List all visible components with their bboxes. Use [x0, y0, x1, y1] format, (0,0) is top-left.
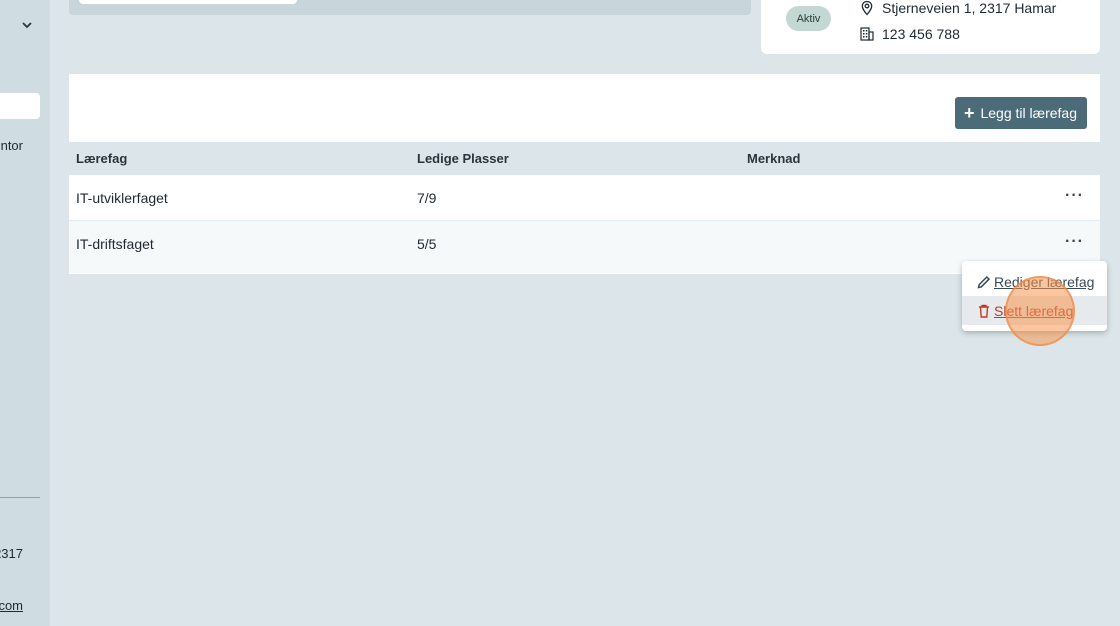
- add-subject-button[interactable]: + Legg til lærefag: [954, 97, 1087, 129]
- table-row: IT-utviklerfaget 7/9 ···: [69, 175, 1100, 221]
- sidebar-search-input[interactable]: [0, 93, 40, 119]
- sidebar: ntor 2317 com: [0, 0, 50, 626]
- status-badge: Aktiv: [786, 6, 831, 31]
- address-row: Stjerneveien 1, 2317 Hamar: [859, 0, 1056, 16]
- address-text: Stjerneveien 1, 2317 Hamar: [882, 0, 1057, 16]
- pencil-icon: [977, 275, 991, 289]
- subjects-panel: + Legg til lærefag Lærefag Ledige Plasse…: [69, 74, 1100, 274]
- table-row: IT-driftsfaget 5/5 ···: [69, 221, 1100, 273]
- plus-icon: +: [963, 103, 975, 123]
- sidebar-text-partial: ntor: [0, 138, 23, 153]
- slots-cell: 5/5: [417, 236, 437, 252]
- delete-subject-menu-item[interactable]: Slett lærefag: [962, 296, 1107, 325]
- subject-cell: IT-utviklerfaget: [76, 190, 168, 206]
- sidebar-postal-partial: 2317: [0, 546, 23, 561]
- company-info-card: Aktiv Stjerneveien 1, 2317 Hamar 123 456…: [761, 0, 1100, 54]
- column-header-slots: Ledige Plasser: [417, 151, 509, 166]
- slots-cell: 7/9: [417, 190, 437, 206]
- subject-cell: IT-driftsfaget: [76, 236, 154, 252]
- add-subject-label: Legg til lærefag: [980, 105, 1077, 121]
- column-header-note: Merknad: [747, 151, 801, 166]
- org-number-text: 123 456 788: [882, 26, 960, 42]
- table-header: Lærefag Ledige Plasser Merknad: [69, 142, 1100, 175]
- delete-subject-label: Slett lærefag: [994, 302, 1074, 319]
- location-pin-icon: [861, 0, 873, 16]
- edit-subject-menu-item[interactable]: Rediger lærefag: [962, 267, 1107, 296]
- edit-subject-label: Rediger lærefag: [994, 273, 1095, 290]
- column-header-subject: Lærefag: [76, 151, 128, 166]
- chevron-down-icon[interactable]: [20, 18, 34, 32]
- row-actions-menu: Rediger lærefag Slett lærefag: [962, 261, 1107, 331]
- row-actions-icon[interactable]: ···: [1065, 234, 1084, 250]
- sidebar-email-link[interactable]: com: [0, 598, 23, 613]
- top-search-input[interactable]: [79, 0, 297, 4]
- row-actions-icon[interactable]: ···: [1065, 188, 1084, 204]
- top-search-strip: [69, 0, 751, 15]
- org-number-row: 123 456 788: [859, 26, 960, 42]
- trash-icon: [979, 304, 989, 318]
- sidebar-divider: [0, 497, 40, 498]
- building-icon: [860, 27, 874, 41]
